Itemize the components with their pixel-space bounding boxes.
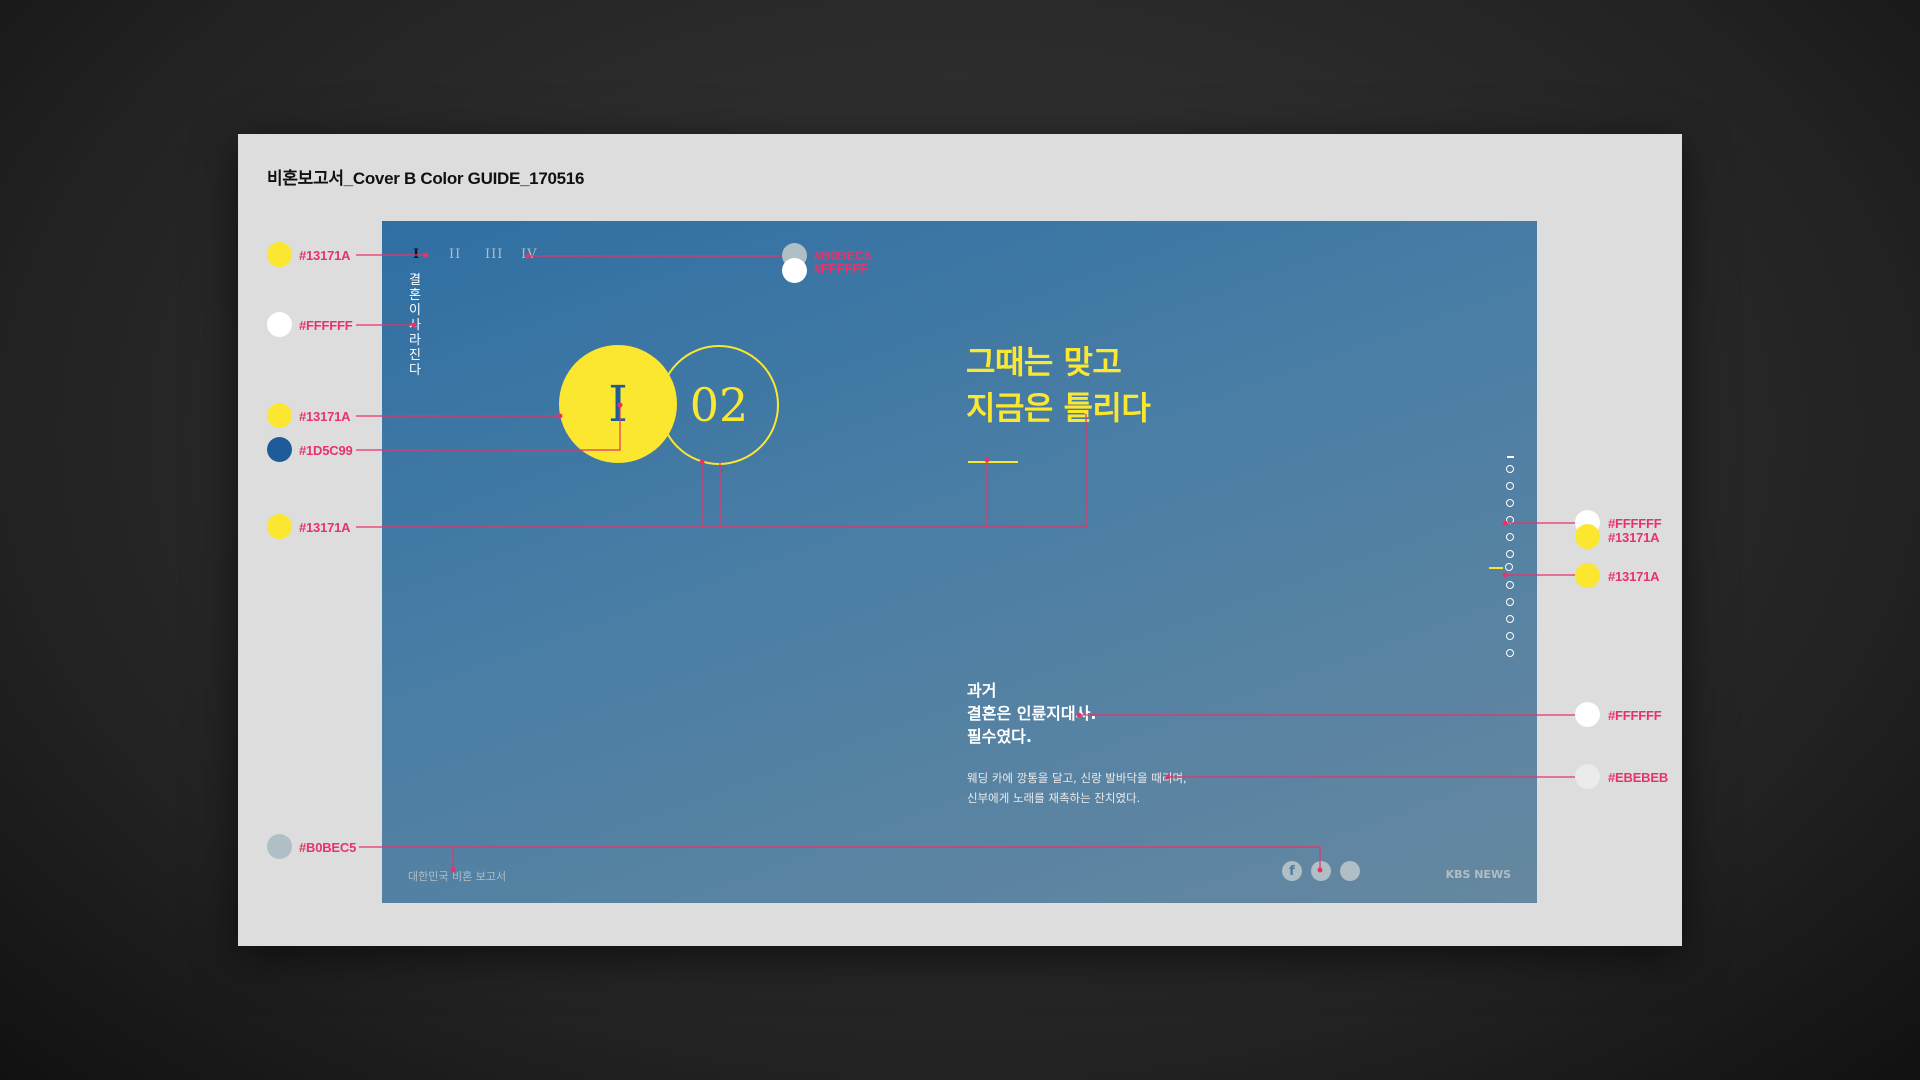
swatch-body-title (1575, 702, 1600, 727)
page-dot[interactable] (1506, 516, 1514, 524)
page-indicator (1489, 456, 1515, 666)
nav-item-3[interactable]: III (485, 247, 521, 262)
nav-item-4[interactable]: IV (521, 247, 557, 262)
swatch-label-nav-inactive-white: #FFFFFF (814, 261, 868, 276)
footer-label: 대한민국 비혼 보고서 (408, 870, 507, 883)
facebook-glyph: f (1289, 863, 1295, 879)
body-title-line-1: 과거 (967, 681, 997, 700)
body-text-line-1: 웨딩 카에 깡통을 달고, 신랑 발바닥을 때리며, (967, 771, 1187, 785)
swatch-dots-active (1575, 563, 1600, 588)
chapter-number-circle: 02 (659, 345, 779, 465)
body-title: 과거 결혼은 인륜지대사. 필수였다. (967, 679, 1096, 748)
swatch-label-body-title: #FFFFFF (1608, 708, 1662, 723)
swatch-label-circle-fill: #13171A (299, 409, 351, 424)
chapter-nav: I II III IV (413, 247, 557, 262)
swatch-nav-inactive-white (782, 258, 807, 283)
page-dot[interactable] (1506, 581, 1514, 589)
nav-item-1[interactable]: I (413, 247, 449, 262)
swatch-label-footer: #B0BEC5 (299, 840, 357, 855)
body-title-line-2: 결혼은 인륜지대사. (967, 704, 1097, 723)
page-dot[interactable] (1506, 533, 1514, 541)
page-dot[interactable] (1506, 632, 1514, 640)
page-dot[interactable] (1506, 649, 1514, 657)
body-text: 웨딩 카에 깡통을 달고, 신랑 발바닥을 때리며, 신부에게 노래를 재촉하는… (967, 768, 1187, 808)
facebook-icon[interactable]: f (1282, 861, 1302, 881)
swatch-dots-yellow (1575, 524, 1600, 549)
swatch-label-dots-active: #13171A (1608, 569, 1660, 584)
page-dot[interactable] (1506, 615, 1514, 623)
page-dot[interactable] (1506, 465, 1514, 473)
swatch-circle-fill (267, 403, 292, 428)
swatch-label-nav-active: #13171A (299, 248, 351, 263)
twitter-icon[interactable] (1311, 861, 1331, 881)
headline-line-2: 지금은 틀리다 (966, 389, 1151, 427)
page-dot[interactable] (1506, 499, 1514, 507)
swatch-label-dots-white: #FFFFFF (1608, 516, 1662, 531)
swatch-circle-numeral (267, 437, 292, 462)
nav-item-2[interactable]: II (449, 247, 485, 262)
page-dot[interactable] (1506, 598, 1514, 606)
chapter-number: 02 (689, 378, 749, 432)
swatch-label-vertical-title: #FFFFFF (299, 318, 353, 333)
page-dot[interactable] (1506, 482, 1514, 490)
page-dot[interactable] (1506, 550, 1514, 558)
swatch-label-dots-yellow: #13171A (1608, 530, 1660, 545)
chapter-numeral: I (608, 375, 628, 433)
swatch-vertical-title (267, 312, 292, 337)
swatch-label-headline: #13171A (299, 520, 351, 535)
headline: 그때는 맞고 지금은 틀리다 (966, 339, 1151, 431)
swatch-footer (267, 834, 292, 859)
page-dot-active[interactable] (1489, 563, 1513, 571)
page-indicator-dash (1506, 456, 1514, 458)
swatch-label-body-text: #EBEBEB (1608, 770, 1669, 785)
footer-brand: KBS NEWS (1445, 868, 1511, 881)
board-title: 비혼보고서_Cover B Color GUIDE_170516 (267, 169, 585, 188)
accent-line (968, 461, 1018, 463)
headline-line-1: 그때는 맞고 (966, 343, 1122, 381)
swatch-headline (267, 514, 292, 539)
share-icon[interactable] (1340, 861, 1360, 881)
swatch-body-text (1575, 764, 1600, 789)
cover-slide: I II III IV 결혼이 사라진다 I 02 그때는 맞고 지금은 틀리다… (382, 221, 1537, 903)
swatch-nav-active (267, 242, 292, 267)
color-guide-board: 비혼보고서_Cover B Color GUIDE_170516 I II II… (238, 134, 1682, 946)
body-title-line-3: 필수였다. (967, 727, 1032, 746)
vertical-title: 결혼이 사라진다 (409, 273, 421, 378)
swatch-label-circle-numeral: #1D5C99 (299, 443, 353, 458)
body-text-line-2: 신부에게 노래를 재촉하는 잔치였다. (967, 791, 1141, 805)
